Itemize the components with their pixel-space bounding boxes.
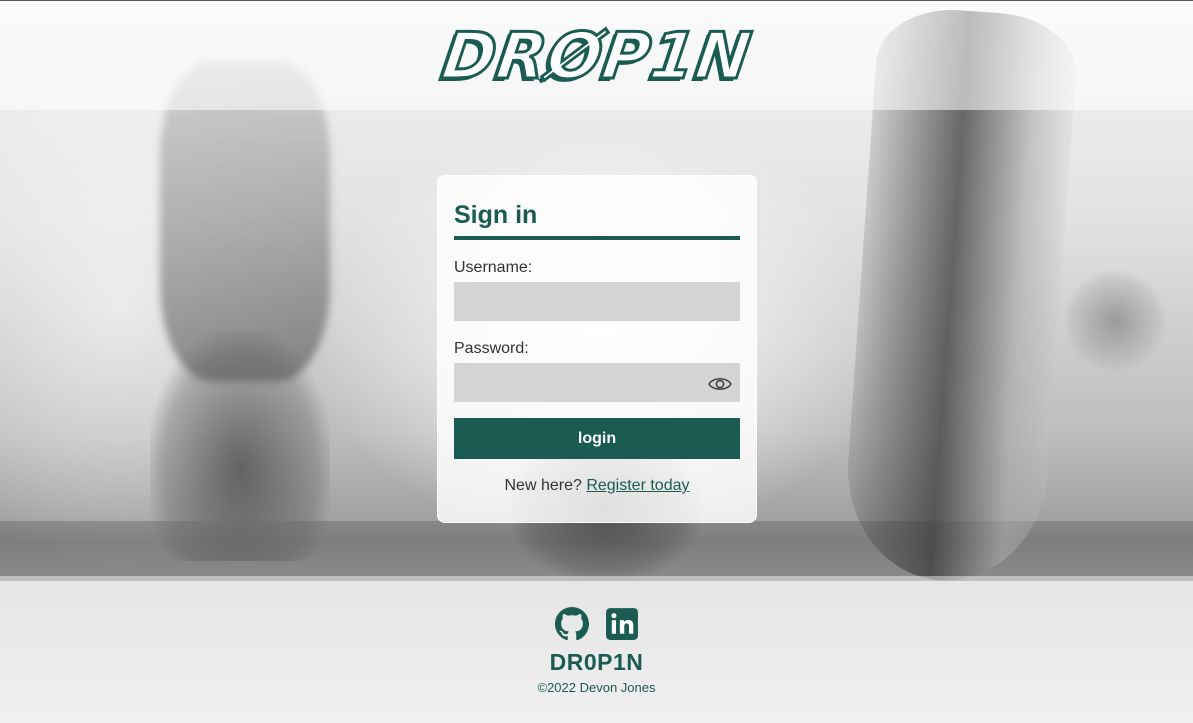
signin-title: Sign in bbox=[454, 200, 740, 240]
footer-copyright: ©2022 Devon Jones bbox=[537, 680, 656, 695]
footer-brand: DR0P1N bbox=[549, 649, 644, 675]
social-links bbox=[0, 607, 1193, 641]
password-input[interactable] bbox=[454, 363, 740, 402]
site-header: DRØP1N bbox=[0, 1, 1193, 110]
signin-card: Sign in Username: Password: login New he… bbox=[437, 175, 757, 523]
site-logo[interactable]: DRØP1N bbox=[436, 18, 757, 95]
eye-icon[interactable] bbox=[708, 375, 732, 393]
site-footer: DR0P1N ©2022 Devon Jones bbox=[0, 576, 1193, 723]
ramp-edge bbox=[0, 521, 1193, 581]
register-row: New here? Register today bbox=[454, 477, 740, 495]
password-field bbox=[454, 363, 740, 402]
password-label: Password: bbox=[454, 340, 529, 357]
login-button[interactable]: login bbox=[454, 418, 740, 459]
linkedin-icon[interactable] bbox=[605, 607, 639, 641]
skater-shoe-left bbox=[150, 331, 330, 561]
username-input[interactable] bbox=[454, 282, 740, 321]
github-icon[interactable] bbox=[554, 607, 589, 641]
register-prompt: New here? bbox=[504, 477, 582, 494]
username-label: Username: bbox=[454, 259, 533, 276]
skateboard-wheel bbox=[1060, 271, 1170, 371]
register-link[interactable]: Register today bbox=[586, 477, 689, 494]
